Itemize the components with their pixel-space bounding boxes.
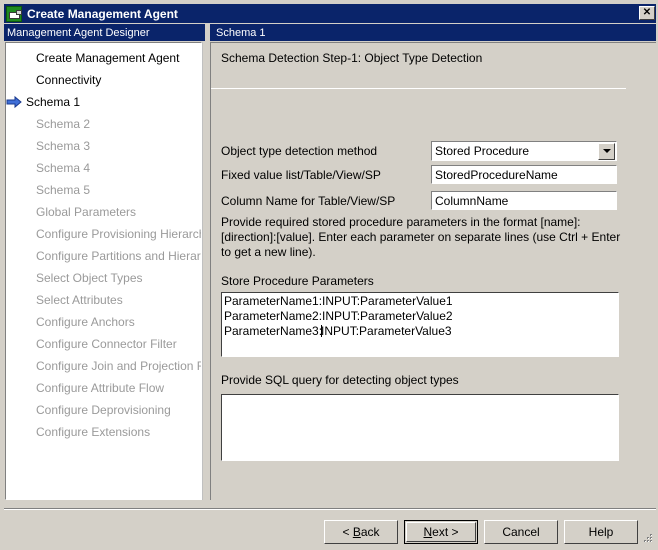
sidebar-item-label: Schema 3 bbox=[36, 139, 91, 153]
sidebar-item-label: Schema 1 bbox=[26, 95, 81, 109]
sidebar-item-label: Select Attributes bbox=[36, 293, 123, 307]
current-step-arrow-icon bbox=[6, 95, 22, 109]
create-management-agent-window: Create Management Agent ✕ Management Age… bbox=[0, 0, 658, 550]
next-button[interactable]: Next > bbox=[404, 520, 478, 544]
sidebar-item-configure-attribute-flow[interactable]: Configure Attribute Flow bbox=[6, 377, 201, 399]
sidebar-item-label: Configure Connector Filter bbox=[36, 337, 177, 351]
parameter-line: ParameterName2:INPUT:ParameterValue2 bbox=[224, 309, 453, 323]
sql-query-textarea[interactable] bbox=[221, 394, 619, 461]
help-text: Provide required stored procedure parame… bbox=[221, 215, 621, 259]
wizard-step-list[interactable]: Create Management Agent Connectivity Schem… bbox=[5, 42, 202, 500]
sidebar-item-select-attributes[interactable]: Select Attributes bbox=[6, 289, 201, 311]
object-type-detection-method-select[interactable]: Stored Procedure bbox=[431, 141, 617, 161]
sidebar-item-schema-2[interactable]: Schema 2 bbox=[6, 113, 201, 135]
store-procedure-parameters-label: Store Procedure Parameters bbox=[221, 274, 374, 288]
sidebar-item-create-management-agent[interactable]: Create Management Agent bbox=[6, 47, 201, 69]
sidebar-item-label: Configure Partitions and Hierarchies bbox=[36, 249, 201, 263]
sql-query-label: Provide SQL query for detecting object t… bbox=[221, 373, 459, 387]
sidebar-item-configure-extensions[interactable]: Configure Extensions bbox=[6, 421, 201, 443]
title-bar: Create Management Agent ✕ bbox=[4, 4, 656, 23]
sidebar-item-schema-4[interactable]: Schema 4 bbox=[6, 157, 201, 179]
sidebar-item-schema-1[interactable]: Schema 1 bbox=[6, 91, 201, 113]
parameter-line: ParameterName1:INPUT:ParameterValue1 bbox=[224, 294, 453, 308]
sidebar-item-configure-deprovisioning[interactable]: Configure Deprovisioning bbox=[6, 399, 201, 421]
footer-divider-light bbox=[4, 509, 656, 510]
sidebar-item-label: Create Management Agent bbox=[36, 51, 180, 65]
close-icon[interactable]: ✕ bbox=[639, 6, 655, 20]
schema-header: Schema 1 bbox=[210, 24, 656, 41]
sidebar-item-label: Schema 2 bbox=[36, 117, 91, 131]
column-name-label: Column Name for Table/View/SP bbox=[221, 194, 396, 208]
sidebar-item-schema-3[interactable]: Schema 3 bbox=[6, 135, 201, 157]
sidebar-divider bbox=[202, 42, 206, 500]
resize-grip-icon[interactable] bbox=[640, 532, 654, 546]
window-title: Create Management Agent bbox=[27, 6, 178, 21]
sidebar-item-schema-5[interactable]: Schema 5 bbox=[6, 179, 201, 201]
sidebar-item-connectivity[interactable]: Connectivity bbox=[6, 69, 201, 91]
sidebar-item-global-parameters[interactable]: Global Parameters bbox=[6, 201, 201, 223]
sidebar-item-label: Schema 5 bbox=[36, 183, 91, 197]
select-value: Stored Procedure bbox=[435, 144, 530, 158]
sidebar-item-label: Schema 4 bbox=[36, 161, 91, 175]
sidebar-item-configure-partitions-and-hierarchies[interactable]: Configure Partitions and Hierarchies bbox=[6, 245, 201, 267]
sidebar-item-label: Configure Attribute Flow bbox=[36, 381, 165, 395]
fixed-value-list-input[interactable]: StoredProcedureName bbox=[431, 165, 617, 184]
sidebar-item-configure-anchors[interactable]: Configure Anchors bbox=[6, 311, 201, 333]
sidebar-item-label: Configure Provisioning Hierarchy bbox=[36, 227, 202, 241]
column-name-input[interactable]: ColumnName bbox=[431, 191, 617, 210]
sidebar-item-label: Configure Deprovisioning bbox=[36, 403, 171, 417]
page-title: Schema Detection Step-1: Object Type Det… bbox=[221, 51, 483, 65]
sidebar-item-configure-join-and-projection-rules[interactable]: Configure Join and Projection Rules bbox=[6, 355, 201, 377]
store-procedure-parameters-textarea[interactable]: ParameterName1:INPUT:ParameterValue1 Para… bbox=[221, 292, 619, 357]
object-type-detection-method-label: Object type detection method bbox=[221, 144, 378, 158]
agent-icon bbox=[6, 5, 22, 22]
parameter-line: ParameterName3:INPUT:ParameterValue3 bbox=[224, 324, 452, 338]
help-button[interactable]: Help bbox=[564, 520, 638, 544]
chevron-down-icon[interactable] bbox=[598, 142, 615, 160]
back-button[interactable]: < Back bbox=[324, 520, 398, 544]
designer-header: Management Agent Designer bbox=[4, 24, 205, 41]
title-divider bbox=[211, 88, 626, 89]
sidebar-item-label: Select Object Types bbox=[36, 271, 143, 285]
sidebar-item-configure-provisioning-hierarchy[interactable]: Configure Provisioning Hierarchy bbox=[6, 223, 201, 245]
sidebar-item-label: Global Parameters bbox=[36, 205, 137, 219]
next-button-label: Next > bbox=[423, 525, 459, 539]
sidebar-item-configure-connector-filter[interactable]: Configure Connector Filter bbox=[6, 333, 201, 355]
sidebar-item-label: Configure Extensions bbox=[36, 425, 151, 439]
main-content-panel: Schema Detection Step-1: Object Type Det… bbox=[210, 42, 656, 500]
back-button-label: < Back bbox=[342, 525, 380, 539]
sidebar-item-select-object-types[interactable]: Select Object Types bbox=[6, 267, 201, 289]
sidebar-item-label: Configure Join and Projection Rules bbox=[36, 359, 201, 373]
cancel-button[interactable]: Cancel bbox=[484, 520, 558, 544]
sidebar-item-label: Configure Anchors bbox=[36, 315, 135, 329]
sidebar-item-label: Connectivity bbox=[36, 73, 102, 87]
fixed-value-list-label: Fixed value list/Table/View/SP bbox=[221, 168, 381, 182]
